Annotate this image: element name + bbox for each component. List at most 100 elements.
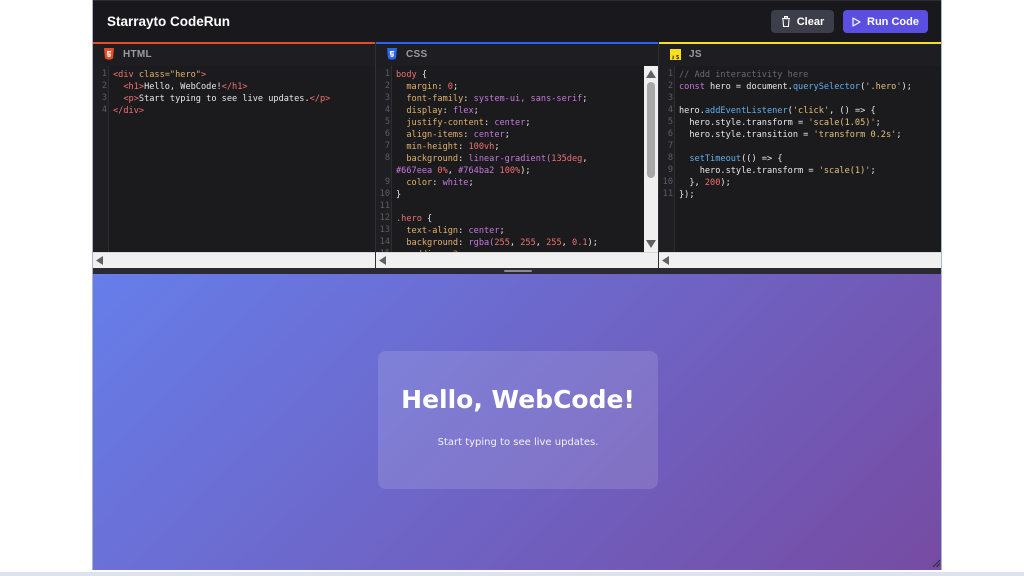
line-number: 5 [667, 117, 673, 127]
horizontal-scrollbar[interactable] [376, 252, 658, 268]
run-code-button-label: Run Code [867, 15, 919, 28]
resize-handle-icon[interactable] [932, 559, 941, 568]
code-token: querySelector [792, 82, 861, 92]
code-token: </div> [113, 106, 145, 116]
code-token: #764ba2 [458, 166, 500, 176]
line-number-gutter: 123456789101112131415 [376, 66, 392, 252]
code-token: white [442, 178, 469, 188]
code-token: : [458, 226, 469, 236]
scroll-left-icon[interactable] [96, 256, 104, 265]
code-token: 100vh [468, 142, 495, 152]
vertical-scrollbar[interactable] [644, 66, 658, 252]
code-token: : [463, 130, 474, 140]
code-token: system-ui, sans-serif [473, 94, 583, 104]
hero-heading: Hello, WebCode! [401, 385, 635, 414]
code-token: Hello, WebCode! [144, 82, 222, 92]
code-line: margin: 0; [396, 81, 641, 93]
code-line: body { [396, 69, 641, 81]
code-token: text-align [406, 226, 459, 236]
code-token: , [561, 238, 573, 248]
line-number: 5 [384, 117, 390, 127]
line-number: 4 [101, 105, 107, 115]
run-code-button[interactable]: Run Code [843, 10, 928, 33]
code-token: 255 [546, 238, 562, 248]
line-number: 11 [379, 201, 390, 211]
code-token: : [458, 154, 469, 164]
code-token: : [463, 94, 474, 104]
code-token: (() => { [741, 154, 783, 164]
page-margin-left [0, 0, 92, 576]
code-token: const [679, 82, 711, 92]
code-text[interactable]: // Add interactivity here const hero = do… [679, 69, 939, 201]
code-token: ; [468, 178, 474, 188]
horizontal-scrollbar[interactable] [659, 252, 941, 268]
code-token: , [535, 238, 547, 248]
line-number: 1 [101, 69, 107, 79]
code-line: hero.addEventListener('click', () => { [679, 105, 939, 117]
html-pane-accent [93, 42, 375, 44]
code-line: .hero { [396, 213, 641, 225]
code-token: Start typing to see live updates. [138, 94, 310, 104]
code-token: addEventListener [704, 106, 788, 116]
css3-icon [386, 48, 398, 60]
code-text[interactable]: body { margin: 0; font-family: system-ui… [396, 69, 641, 252]
line-number: 2 [101, 81, 107, 91]
line-number: 9 [667, 165, 673, 175]
horizontal-scrollbar[interactable] [93, 252, 375, 268]
code-token: rgba( [468, 238, 495, 248]
line-number: 3 [384, 93, 390, 103]
scroll-left-icon[interactable] [662, 256, 670, 265]
code-token: , () => { [829, 106, 876, 116]
js-code-editor[interactable]: 1 2 3 4 5 6 7 8 9 10 11 // Add interactivity here c… [659, 66, 941, 252]
code-line: hero.style.transition = 'transform 0.2s'… [679, 129, 939, 141]
line-number: 4 [667, 105, 673, 115]
css-code-editor[interactable]: 123456789101112131415 body { margin: 0; … [376, 66, 645, 252]
code-token: 'transform 0.2s' [813, 130, 897, 140]
line-number: 7 [667, 141, 673, 151]
live-preview[interactable]: Hello, WebCode! Start typing to see live… [93, 274, 941, 570]
html-code-editor[interactable]: 1 2 3 4 <div class="hero"> <h1>Hello, WebCo… [93, 66, 375, 252]
clear-button-label: Clear [796, 15, 825, 28]
code-token: ; [875, 118, 881, 128]
code-token: : [437, 82, 448, 92]
scroll-up-icon[interactable] [646, 69, 656, 79]
app-window: Starrayto CodeRun Clear Run Code HTML 1 … [92, 0, 942, 570]
scroll-left-icon[interactable] [379, 256, 387, 265]
scrollbar-thumb[interactable] [647, 82, 655, 178]
code-token: display [406, 106, 443, 116]
splitter-grip-icon[interactable] [504, 270, 532, 272]
app-header: Starrayto CodeRun Clear Run Code [93, 0, 941, 42]
code-token: hero.style.transform = [679, 166, 819, 176]
trash-icon [781, 16, 790, 27]
code-line: #667eea 0%, #764ba2 100%); [396, 165, 641, 177]
scroll-down-icon[interactable] [646, 239, 656, 249]
js-pane-title: JS [689, 48, 702, 60]
code-line: setTimeout(() => { [679, 153, 939, 165]
line-number: 10 [662, 177, 673, 187]
code-token: min-height [406, 142, 459, 152]
code-token: background [406, 238, 459, 248]
hero-card[interactable]: Hello, WebCode! Start typing to see live… [378, 351, 658, 489]
clear-button[interactable]: Clear [771, 10, 834, 33]
code-line: background: rgba(255, 255, 255, 0.1); [396, 237, 641, 249]
page-margin-right [942, 0, 1024, 576]
line-number: 6 [384, 129, 390, 139]
code-text[interactable]: <div class="hero"> <h1>Hello, WebCode!</… [113, 69, 371, 117]
code-line: <h1>Hello, WebCode!</h1> [113, 81, 371, 93]
code-token: ; [494, 142, 500, 152]
code-token: }); [679, 190, 695, 200]
code-line: hero.style.transform = 'scale(1.05)'; [679, 117, 939, 129]
code-token: 135deg [551, 154, 583, 164]
code-token: , [447, 166, 459, 176]
line-number: 1 [384, 69, 390, 79]
code-line: text-align: center; [396, 225, 641, 237]
code-token: { [427, 214, 433, 224]
line-number: 3 [101, 93, 107, 103]
code-token: background [406, 154, 459, 164]
code-token: align-items [406, 130, 464, 140]
